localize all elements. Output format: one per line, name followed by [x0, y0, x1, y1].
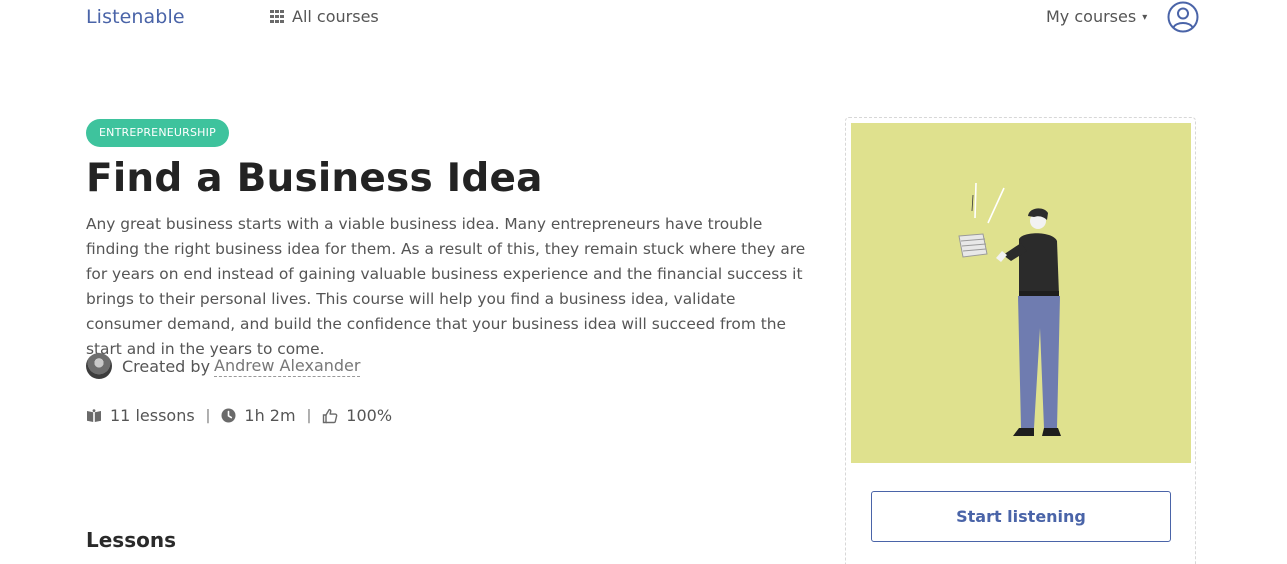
separator: | — [205, 407, 211, 424]
author-link[interactable]: Andrew Alexander — [214, 356, 361, 377]
person-illustration — [958, 182, 1061, 436]
course-illustration — [851, 123, 1191, 463]
my-courses-label: My courses — [1046, 7, 1137, 26]
book-icon — [87, 408, 101, 422]
chevron-down-icon: ▾ — [1142, 12, 1148, 23]
profile-button[interactable] — [1167, 1, 1199, 33]
logo[interactable]: Listenable — [86, 6, 185, 28]
author-info: Created by Andrew Alexander — [86, 353, 361, 379]
duration-stat: 1h 2m — [221, 406, 296, 425]
created-by-label: Created by — [122, 356, 211, 376]
author-avatar — [86, 353, 112, 379]
duration: 1h 2m — [244, 406, 296, 425]
course-card: Start listening — [845, 117, 1196, 564]
thumbs-up-icon — [323, 408, 338, 423]
grid-icon — [270, 9, 284, 24]
clock-icon — [221, 408, 236, 423]
my-courses-dropdown[interactable]: My courses ▾ — [1046, 7, 1147, 26]
rating: 100% — [346, 406, 393, 425]
category-badge[interactable]: ENTREPRENEURSHIP — [86, 119, 229, 147]
lessons-heading: Lessons — [86, 528, 176, 552]
course-description: Any great business starts with a viable … — [86, 215, 806, 358]
course-stats: 11 lessons | 1h 2m | 100% — [86, 406, 392, 425]
start-listening-button[interactable]: Start listening — [871, 491, 1171, 542]
lessons-count: 11 lessons — [110, 406, 195, 425]
top-nav: Listenable All courses My courses ▾ — [0, 0, 1287, 36]
page-title: Find a Business Idea — [86, 156, 543, 201]
rating-stat: 100% — [322, 406, 392, 425]
user-circle-icon — [1167, 1, 1199, 33]
all-courses-label: All courses — [292, 7, 379, 26]
lessons-stat: 11 lessons — [86, 406, 195, 425]
separator: | — [306, 407, 312, 424]
all-courses-link[interactable]: All courses — [270, 7, 379, 26]
